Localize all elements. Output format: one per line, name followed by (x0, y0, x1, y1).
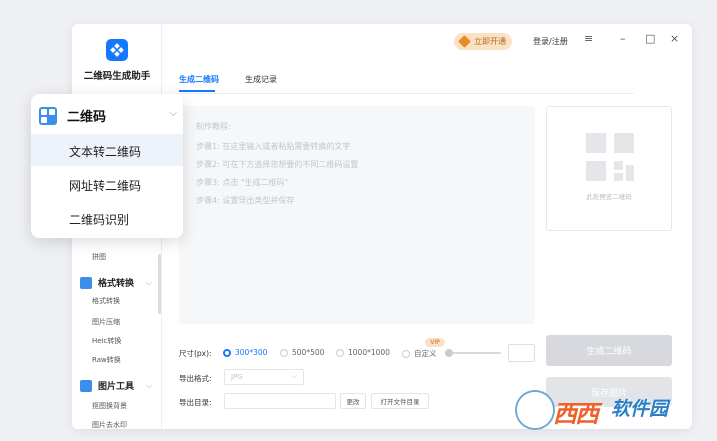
format-convert-icon (80, 276, 92, 289)
active-tab-indicator (179, 90, 215, 92)
menu-icon[interactable]: ≡ (584, 32, 593, 45)
minimize-icon[interactable]: – (620, 32, 626, 45)
site-watermark: 西西 软件园 CR173.COM (515, 388, 705, 430)
watermark-text: 西西 (553, 400, 599, 428)
sidebar-group-format[interactable]: 格式转换 ⌵ (80, 276, 158, 289)
tutorial-line: 步骤1: 在这里输入或者粘贴需要转换的文字 (196, 142, 351, 151)
sidebar-item-heic-convert[interactable]: Heic转换 (92, 336, 121, 346)
format-select-value: JPG (231, 373, 243, 381)
size-radio-500[interactable]: 500*500 (280, 348, 324, 357)
sidebar-item-remove-watermark[interactable]: 图片去水印 (92, 420, 127, 429)
maximize-icon[interactable]: □ (645, 32, 655, 45)
watermark-logo-icon (517, 392, 553, 428)
tab-divider (179, 93, 634, 94)
sidebar-item-cutout[interactable]: 抠图换背景 (92, 401, 127, 411)
menu-item-text-to-qr[interactable]: 文本转二维码 (69, 143, 141, 160)
sidebar-group-label: 图片工具 (98, 382, 135, 392)
vip-badge: VIP (425, 338, 445, 347)
custom-size-input[interactable] (508, 344, 535, 362)
sidebar-item-format-convert[interactable]: 格式转换 (92, 296, 120, 306)
qr-group-title: 二维码 (67, 110, 107, 125)
generate-qr-button[interactable]: 生成二维码 (546, 335, 672, 366)
qr-submenu-popup: 二维码 ⌵ 文本转二维码 网址转二维码 二维码识别 (31, 94, 183, 238)
tutorial-line: 步骤2: 可在下方选择您想要的不同二维码设置 (196, 160, 359, 169)
chevron-down-icon: ⌵ (291, 372, 297, 380)
open-dir-button[interactable]: 打开文件目录 (371, 393, 429, 409)
diamond-icon (458, 35, 471, 48)
radio-dot (223, 348, 231, 357)
image-tools-icon (80, 379, 92, 392)
close-icon[interactable]: × (670, 32, 679, 45)
size-radio-300[interactable]: 300*300 (223, 348, 267, 357)
size-radio-label: 自定义 (414, 349, 437, 358)
sidebar-item-image-compress[interactable]: 图片压缩 (92, 317, 120, 327)
size-radio-label: 300*300 (235, 348, 268, 357)
menu-item-qr-recognize[interactable]: 二维码识别 (69, 211, 129, 228)
qr-placeholder-icon (586, 133, 634, 181)
radio-dot (336, 348, 344, 357)
tutorial-line: 步骤3: 点击 "生成二维码" (196, 178, 289, 187)
tab-generate[interactable]: 生成二维码 (179, 74, 219, 85)
size-radio-label: 500*500 (292, 348, 325, 357)
radio-dot (280, 348, 288, 357)
app-name: 二维码生成助手 (83, 71, 151, 82)
text-input-area[interactable]: 制作教程: 步骤1: 在这里输入或者粘贴需要转换的文字 步骤2: 可在下方选择您… (179, 106, 535, 324)
format-select[interactable]: JPG ⌵ (224, 369, 304, 385)
sidebar-item-pintu[interactable]: 拼图 (92, 252, 106, 262)
sidebar-group-label: 格式转换 (98, 279, 135, 289)
format-label: 导出格式: (179, 374, 212, 383)
radio-dot (402, 349, 410, 358)
watermark-text: CR173.COM (626, 417, 683, 426)
qr-group-header[interactable]: 二维码 ⌵ (39, 106, 179, 125)
size-radio-label: 1000*1000 (348, 348, 390, 357)
sidebar-group-image-tools[interactable]: 图片工具 ⌵ (80, 379, 158, 392)
size-slider[interactable] (449, 352, 501, 354)
chevron-down-icon: ⌵ (145, 277, 152, 287)
change-dir-button[interactable]: 更改 (340, 393, 366, 409)
preview-placeholder-text: 此处预览二维码 (586, 193, 632, 201)
login-register-link[interactable]: 登录/注册 (533, 36, 568, 47)
vip-open-button[interactable]: 立即开通 (454, 33, 512, 50)
qr-group-icon (39, 106, 57, 125)
vip-open-label: 立即开通 (474, 37, 506, 46)
chevron-down-icon: ⌵ (145, 380, 152, 390)
qr-preview-panel: 此处预览二维码 (546, 106, 672, 231)
export-dir-input[interactable] (224, 393, 336, 409)
tab-history[interactable]: 生成记录 (245, 74, 277, 85)
size-radio-1000[interactable]: 1000*1000 (336, 348, 390, 357)
tutorial-line: 步骤4: 设置导出类型并保存 (196, 196, 295, 205)
app-logo-icon (106, 39, 128, 61)
tutorial-line: 制作教程: (196, 122, 231, 131)
sidebar-item-raw-convert[interactable]: Raw转换 (92, 355, 121, 365)
size-slider-handle[interactable] (445, 349, 453, 357)
dir-label: 导出目录: (179, 398, 212, 407)
size-radio-custom[interactable]: 自定义 (402, 348, 437, 359)
sidebar-scrollbar[interactable] (158, 254, 161, 314)
menu-item-url-to-qr[interactable]: 网址转二维码 (69, 177, 141, 194)
chevron-down-icon: ⌵ (169, 108, 177, 119)
size-label: 尺寸(px): (179, 349, 212, 358)
